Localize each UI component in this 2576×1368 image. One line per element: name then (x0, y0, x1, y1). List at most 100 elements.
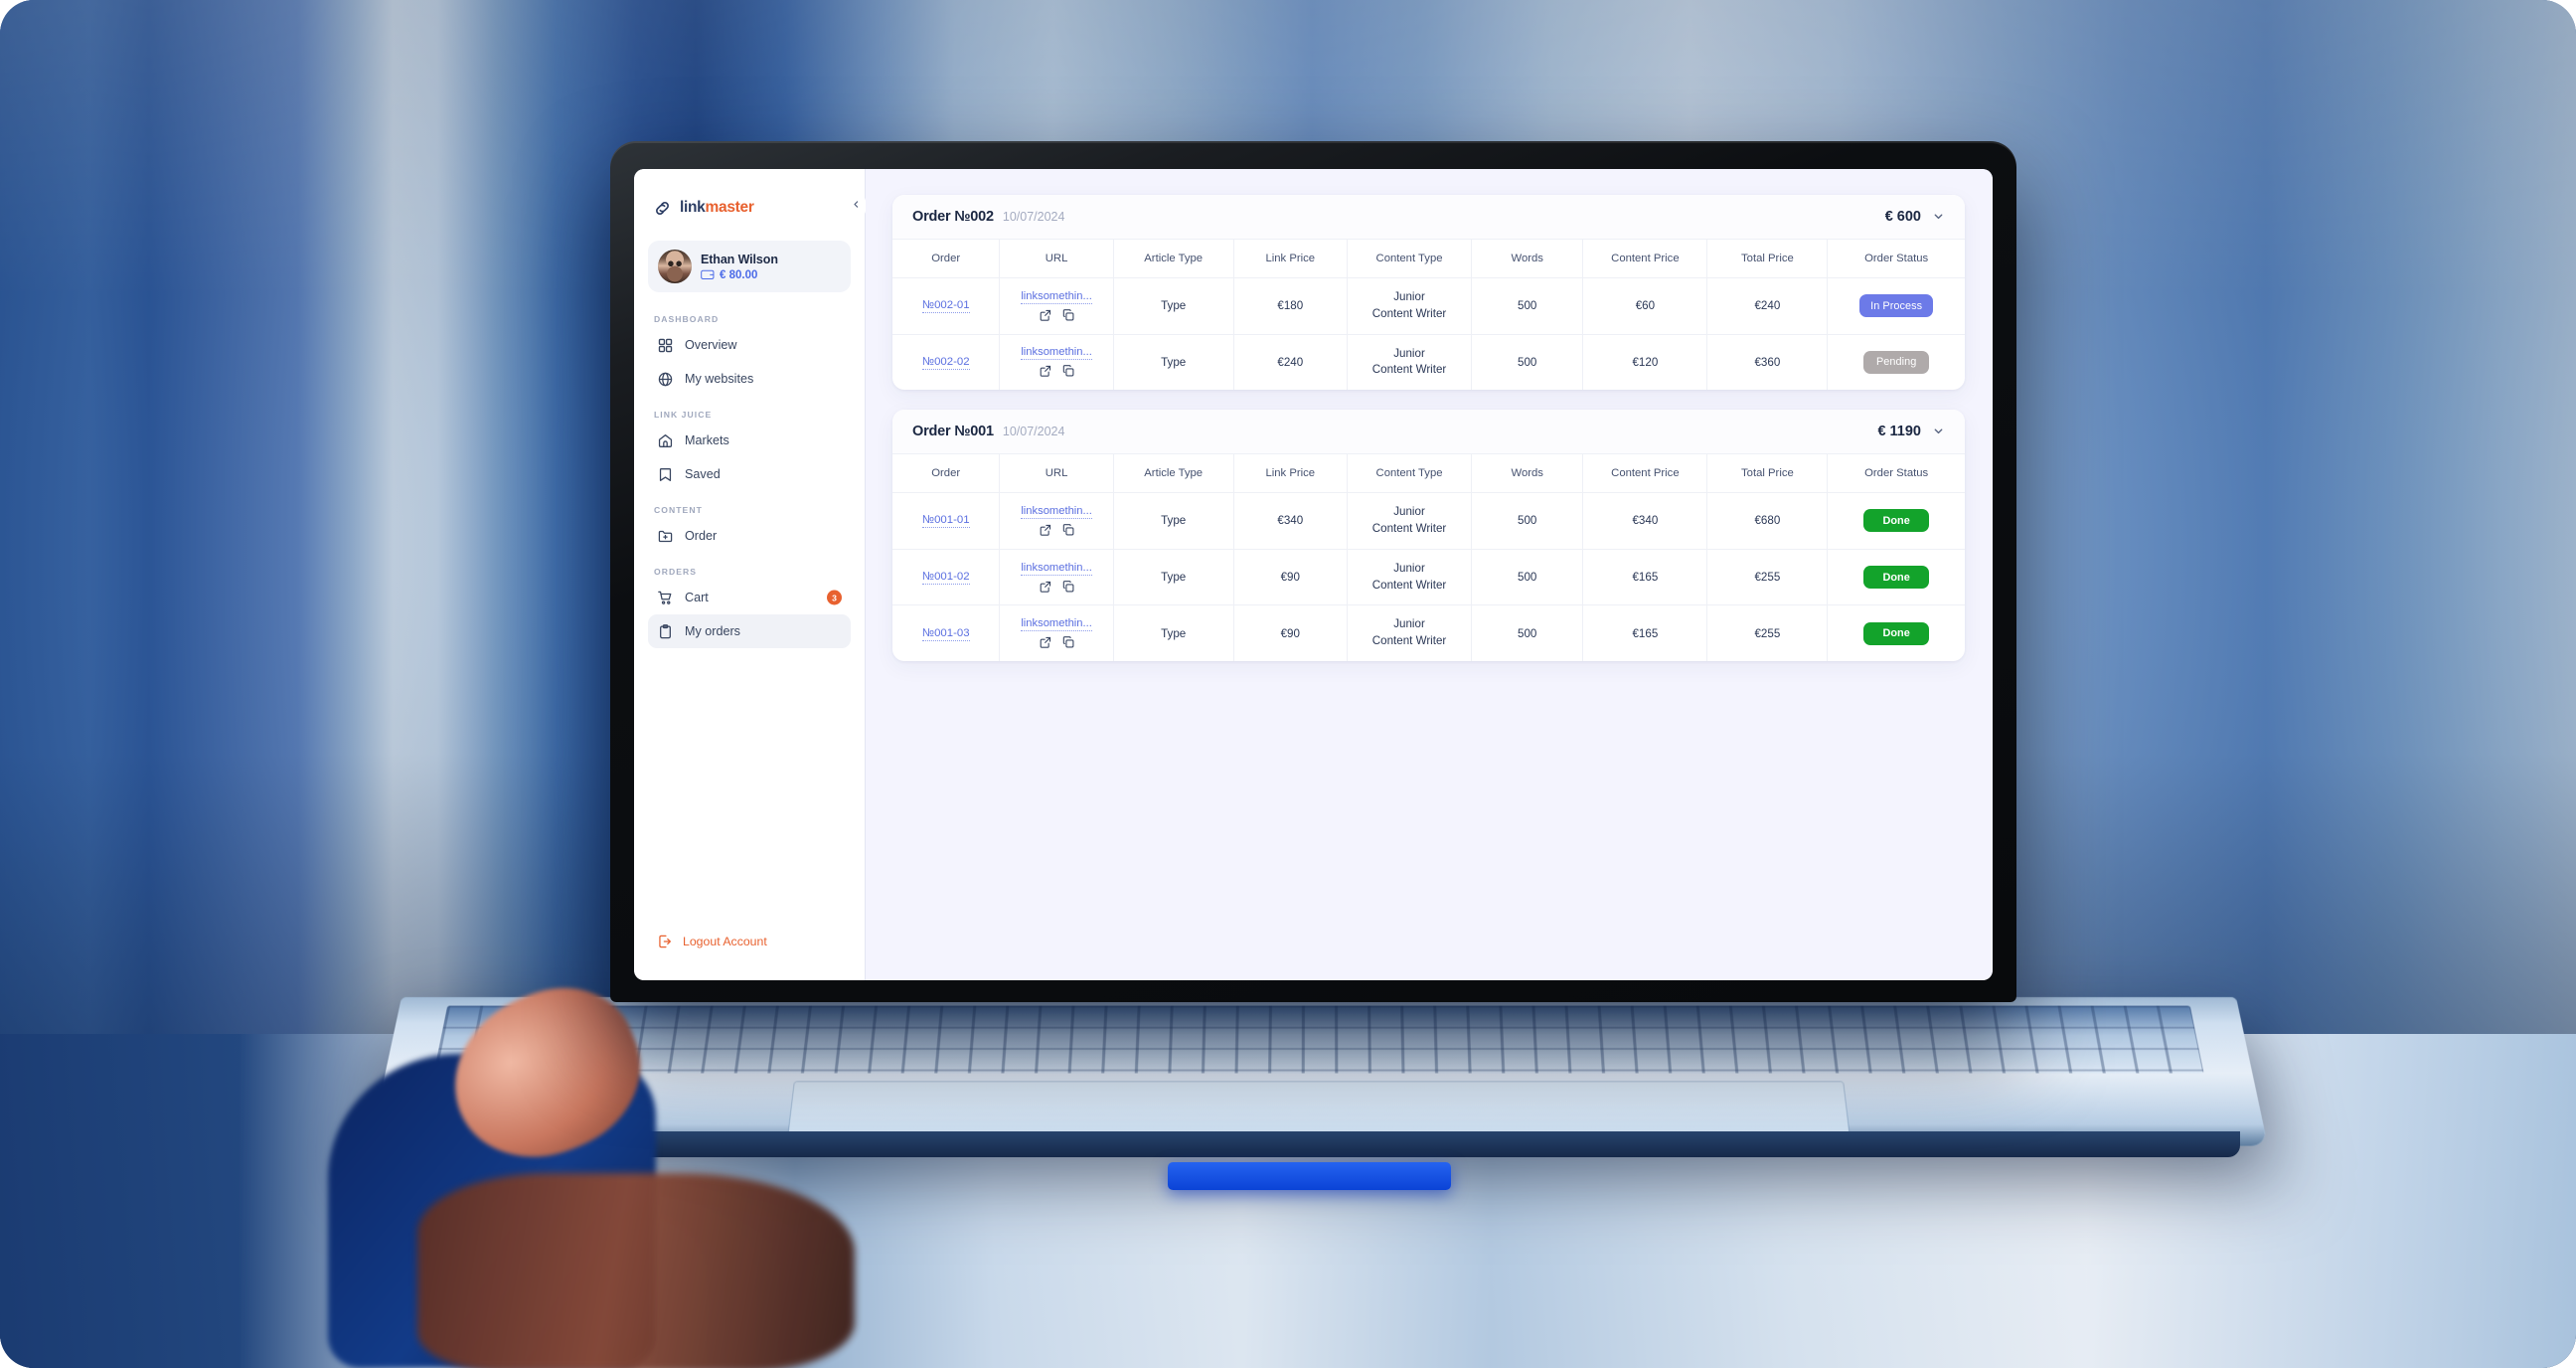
sidebar-item-my-websites[interactable]: My websites (648, 362, 851, 396)
cell-status: Done (1827, 492, 1965, 550)
copy-icon[interactable] (1061, 580, 1075, 594)
order-card-header[interactable]: Order №002 10/07/2024 € 600 (892, 195, 1965, 239)
sidebar-item-my-orders[interactable]: My orders (648, 614, 851, 648)
order-header-right[interactable]: € 1190 (1877, 424, 1945, 439)
grid-icon (657, 337, 674, 354)
sidebar-item-order[interactable]: Order (648, 519, 851, 553)
column-header: URL (999, 239, 1114, 278)
cell-order-id[interactable]: №002-01 (892, 277, 1000, 335)
orders-table: Order URL Article Type Link Price Content Ty… (892, 453, 1965, 661)
cell-total-price: €360 (1706, 333, 1828, 391)
external-link-icon[interactable] (1039, 635, 1052, 649)
cell-link-price: €90 (1232, 548, 1348, 605)
url-link[interactable]: linksomethin... (1021, 562, 1092, 576)
status-badge: Done (1863, 621, 1930, 645)
table-header-row: Order URL Article Type Link Price Content Ty… (892, 453, 1965, 493)
brand-name-part2: master (705, 199, 754, 216)
sidebar: linkmaster Ethan Wilson € 80.00 DASHBOAR… (634, 169, 866, 980)
cell-order-id[interactable]: №001-01 (892, 492, 1000, 550)
column-header: Article Type (1112, 453, 1234, 493)
cell-article-type: Type (1112, 492, 1234, 550)
external-link-icon[interactable] (1039, 580, 1052, 594)
external-link-icon[interactable] (1039, 364, 1052, 378)
person-fingers (417, 1173, 855, 1368)
copy-icon[interactable] (1061, 635, 1075, 649)
status-badge: Done (1863, 566, 1930, 590)
cell-link-price: €240 (1232, 333, 1348, 391)
table-row[interactable]: №001-02 linksomethin... Type €90 Junior Conte… (892, 548, 1965, 605)
folder-plus-icon (657, 528, 674, 545)
column-header: Link Price (1232, 453, 1348, 493)
nav-group-label-dashboard: DASHBOARD (654, 314, 720, 324)
cell-content-type: Junior Content Writer (1346, 333, 1472, 391)
external-link-icon[interactable] (1039, 523, 1052, 537)
cell-url[interactable]: linksomethin... (999, 548, 1114, 605)
order-date: 10/07/2024 (1002, 425, 1065, 439)
url-link[interactable]: linksomethin... (1021, 617, 1092, 632)
sidebar-item-cart[interactable]: Cart 3 (648, 581, 851, 614)
cell-order-id[interactable]: №002-02 (892, 333, 1000, 391)
url-actions (1039, 364, 1075, 378)
order-card-header[interactable]: Order №001 10/07/2024 € 1190 (892, 410, 1965, 454)
copy-icon[interactable] (1061, 364, 1075, 378)
cell-url[interactable]: linksomethin... (999, 277, 1114, 335)
cell-url[interactable]: linksomethin... (999, 604, 1114, 661)
url-actions (1039, 523, 1075, 537)
copy-icon[interactable] (1061, 308, 1075, 322)
status-badge: In Process (1859, 294, 1934, 318)
nav-group-label-orders: ORDERS (654, 567, 698, 577)
cell-status: Done (1827, 604, 1965, 661)
cell-words: 500 (1471, 492, 1583, 550)
user-balance: € 80.00 (701, 269, 778, 281)
chevron-down-icon[interactable] (1932, 425, 1945, 439)
sidebar-item-label: Markets (685, 433, 729, 447)
table-row[interactable]: №002-02 linksomethin... Type €240 Junior Cont… (892, 333, 1965, 391)
cell-total-price: €255 (1706, 604, 1828, 661)
url-link[interactable]: linksomethin... (1021, 346, 1092, 361)
user-profile-card[interactable]: Ethan Wilson € 80.00 (648, 241, 851, 292)
column-header: Words (1471, 239, 1583, 278)
clipboard-icon (657, 623, 674, 640)
url-actions (1039, 308, 1075, 322)
url-link[interactable]: linksomethin... (1021, 505, 1092, 519)
column-header: Order (892, 453, 1000, 493)
laptop-base-edge (400, 1131, 2240, 1157)
order-id-link[interactable]: №002-01 (921, 299, 970, 314)
copy-icon[interactable] (1061, 523, 1075, 537)
url-link[interactable]: linksomethin... (1021, 290, 1092, 304)
sidebar-item-overview[interactable]: Overview (648, 328, 851, 362)
cell-order-id[interactable]: №001-02 (892, 548, 1000, 605)
sidebar-item-markets[interactable]: Markets (648, 424, 851, 457)
status-badge: Pending (1863, 350, 1930, 374)
sidebar-collapse-button[interactable] (846, 196, 866, 216)
column-header: Order Status (1827, 239, 1965, 278)
table-row[interactable]: №001-01 linksomethin... Type €340 Junior Cont… (892, 492, 1965, 550)
logout-label: Logout Account (683, 935, 767, 948)
chevron-left-icon (852, 200, 861, 212)
table-row[interactable]: №002-01 linksomethin... Type €180 Junior Cont… (892, 277, 1965, 335)
order-id-link[interactable]: №002-02 (921, 356, 970, 370)
order-id-link[interactable]: №001-03 (921, 627, 970, 641)
chevron-down-icon[interactable] (1932, 210, 1945, 225)
cell-url[interactable]: linksomethin... (999, 333, 1114, 391)
column-header: Total Price (1706, 453, 1828, 493)
store-icon (657, 432, 674, 449)
order-id-link[interactable]: №001-01 (921, 514, 970, 529)
sidebar-item-saved[interactable]: Saved (648, 457, 851, 491)
cell-url[interactable]: linksomethin... (999, 492, 1114, 550)
order-header-right[interactable]: € 600 (1885, 209, 1945, 225)
globe-icon (657, 371, 674, 388)
order-title: Order №001 (912, 424, 994, 440)
column-header: Content Type (1346, 239, 1472, 278)
order-id-link[interactable]: №001-02 (921, 571, 970, 586)
table-row[interactable]: №001-03 linksomethin... Type €90 Junior Conte… (892, 604, 1965, 661)
logout-button[interactable]: Logout Account (634, 925, 865, 958)
external-link-icon[interactable] (1039, 308, 1052, 322)
brand-name-part1: link (680, 199, 706, 216)
brand-logo[interactable]: linkmaster (634, 191, 865, 221)
cell-order-id[interactable]: №001-03 (892, 604, 1000, 661)
orders-table: Order URL Article Type Link Price Content Ty… (892, 239, 1965, 391)
cell-link-price: €180 (1232, 277, 1348, 335)
cell-words: 500 (1471, 548, 1583, 605)
cart-icon (657, 590, 674, 606)
